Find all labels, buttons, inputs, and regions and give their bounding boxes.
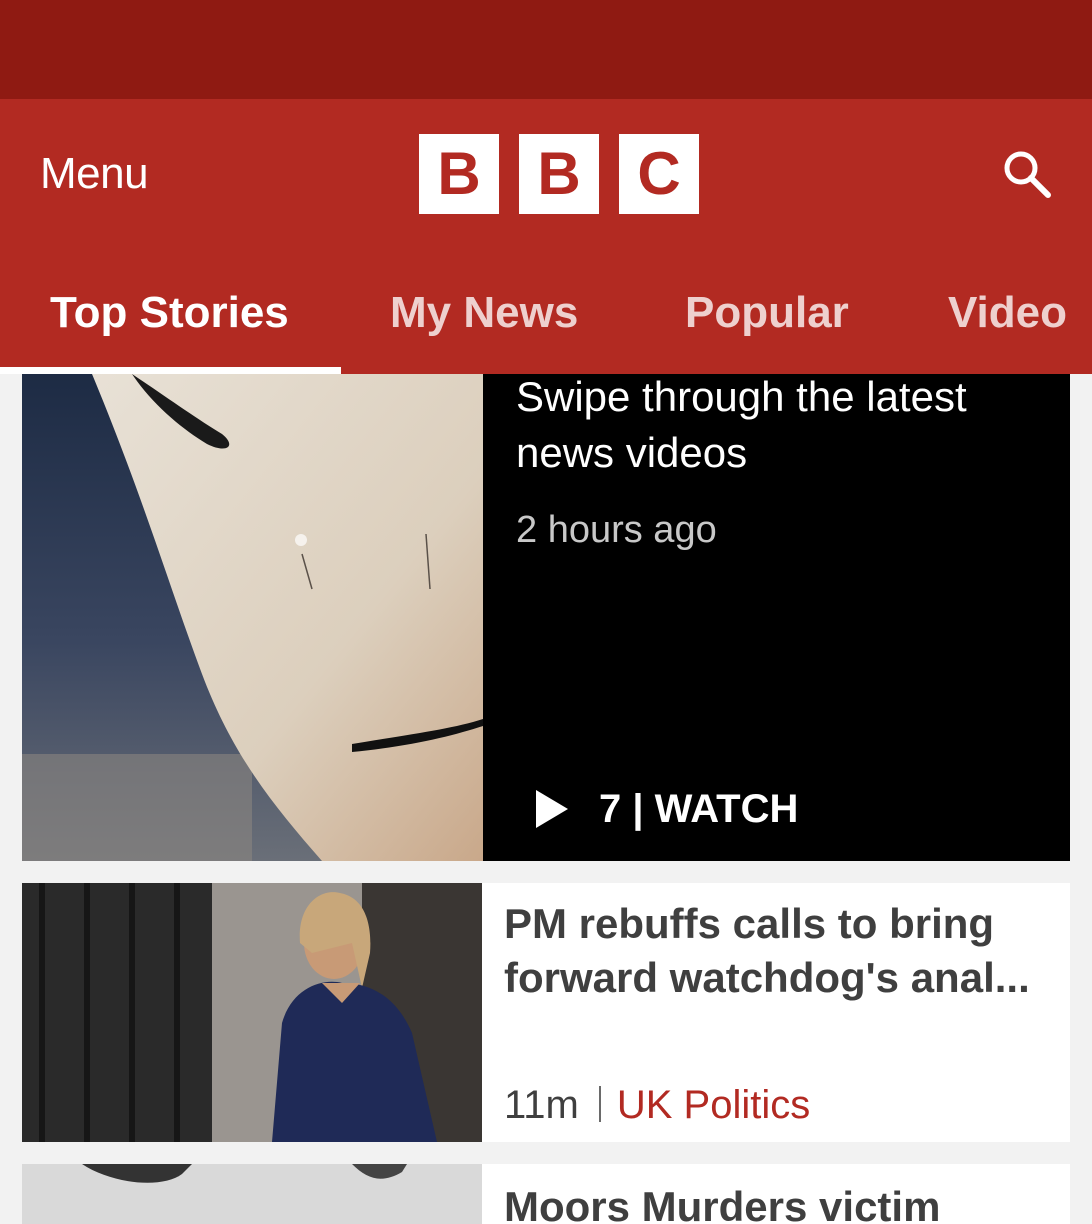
- active-tab-indicator: [0, 367, 341, 374]
- status-bar: [0, 0, 1092, 99]
- tab-my-news[interactable]: My News: [390, 283, 578, 343]
- next-story-card[interactable]: Moors Murders victim: [22, 1164, 1070, 1224]
- video-card[interactable]: Swipe through the latest news videos 2 h…: [22, 374, 1070, 861]
- search-icon: [1004, 151, 1051, 198]
- tab-video[interactable]: Video: [948, 283, 1067, 343]
- tab-top-stories[interactable]: Top Stories: [50, 283, 289, 343]
- video-card-time: 2 hours ago: [516, 509, 717, 551]
- logo-letter-b2: B: [519, 134, 599, 214]
- story-card-title: PM rebuffs calls to bring forward watchd…: [504, 900, 1030, 1001]
- logo-letter-c: C: [619, 134, 699, 214]
- menu-button[interactable]: Menu: [40, 150, 149, 198]
- video-thumbnail: [22, 374, 483, 861]
- story-card-time: 11m: [504, 1083, 579, 1127]
- next-story-thumbnail: [22, 1164, 482, 1224]
- story-thumbnail: [22, 883, 482, 1142]
- tab-popular[interactable]: Popular: [685, 283, 849, 343]
- story-card-category[interactable]: UK Politics: [617, 1083, 810, 1127]
- story-card-meta: 11m UK Politics: [504, 1080, 810, 1130]
- bbc-logo[interactable]: B B C: [419, 134, 699, 214]
- meta-divider: [598, 1086, 601, 1122]
- play-icon: [536, 790, 568, 828]
- watch-button[interactable]: 7 | WATCH: [599, 784, 798, 834]
- next-story-title: Moors Murders victim: [504, 1183, 941, 1224]
- video-card-title: Swipe through the latest news videos: [516, 374, 967, 476]
- story-card[interactable]: PM rebuffs calls to bring forward watchd…: [22, 883, 1070, 1142]
- logo-letter-b1: B: [419, 134, 499, 214]
- search-button[interactable]: [998, 145, 1058, 205]
